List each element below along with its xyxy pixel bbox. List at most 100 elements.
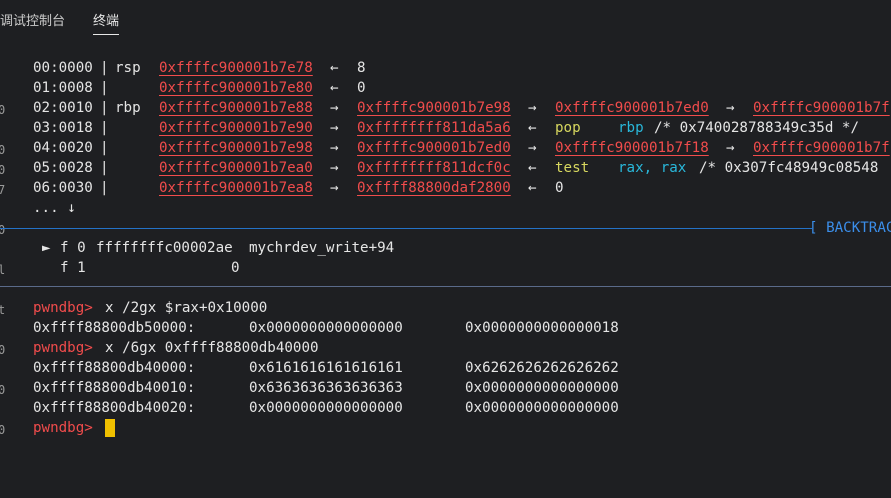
stack-address: 0xffffc900001b7e88 (159, 100, 313, 116)
stack-value: 0xffffc900001b7f18 (555, 140, 709, 156)
stack-index: 00:0000 (33, 60, 93, 76)
memory-row: 0xffff88800db50000: 0x0000000000000000 0… (33, 318, 619, 338)
more-indicator: ... ↓ (33, 200, 76, 216)
stack-address: 0xffffc900001b7e98 (159, 140, 313, 156)
backtrace-divider (0, 228, 812, 229)
memory-address: 0xffff88800db40020: (33, 400, 196, 416)
stack-index: 02:0010 (33, 100, 93, 116)
stack-value: 0xffffc900001b7ed0 (357, 140, 511, 156)
tab-debug-console[interactable]: 调试控制台 (0, 10, 65, 29)
stack-arrow: → (330, 100, 339, 116)
memory-qword: 0x0000000000000000 (465, 400, 619, 416)
stack-address: 0xffffc900001b7e78 (159, 60, 313, 76)
stack-value: 0xffffc900001b7f (753, 100, 890, 116)
backtrace-label: [ BACKTRAC (809, 220, 891, 236)
memory-row: 0xffff88800db40010: 0x6363636363636363 0… (33, 378, 619, 398)
asm-operands: rax, rax (618, 160, 687, 176)
stack-row: 01:0008 | 0xffffc900001b7e80 ← 0 (33, 80, 366, 96)
stack-row: 00:0000 | rsp 0xffffc900001b7e78 ← 8 (33, 60, 366, 76)
stack-arrow: → (528, 100, 537, 116)
stack-index: 01:0008 (33, 80, 93, 96)
memory-qword: 0x0000000000000018 (465, 320, 619, 336)
gutter-glyph: 0 (0, 223, 6, 237)
asm-comment: /* 0x307fc48949c08548 (699, 160, 879, 176)
prompt-line: pwndbg> x /2gx $rax+0x10000 (33, 298, 267, 318)
terminal-cursor[interactable] (105, 419, 115, 437)
stack-arrow: ← (528, 120, 537, 136)
prompt-line: pwndbg> x /6gx 0xffff88800db40000 (33, 338, 319, 358)
memory-address: 0xffff88800db40010: (33, 380, 196, 396)
backtrace-row: f 1 0 (33, 258, 240, 278)
command-text: x /6gx 0xffff88800db40000 (105, 340, 319, 356)
stack-row: 05:0028 | 0xffffc900001b7ea0 → 0xfffffff… (33, 160, 879, 176)
stack-arrow: ← (330, 60, 339, 76)
frame-address: 0 (231, 260, 240, 276)
stack-value: 0xffffc900001b7e98 (357, 100, 511, 116)
stack-register: rsp (115, 60, 141, 76)
memory-qword: 0x6161616161616161 (249, 360, 403, 376)
stack-row: 03:0018 | 0xffffc900001b7e90 → 0xfffffff… (33, 120, 859, 136)
gutter-glyph: t (0, 303, 6, 317)
active-prompt-line[interactable]: pwndbg> (33, 418, 115, 438)
stack-value: 0xffffffff811da5a6 (357, 120, 511, 136)
asm-operands: rbp (618, 120, 644, 136)
backtrace-header: [ BACKTRAC (809, 218, 891, 238)
stack-value: 0xffffc900001b7ed0 (555, 100, 709, 116)
gutter-glyph: 0 (0, 383, 6, 397)
stack-address: 0xffffc900001b7e90 (159, 120, 313, 136)
backtrace-row: ► f 0 ffffffffc00002ae mychrdev_write+94 (33, 238, 394, 258)
tab-terminal[interactable]: 终端 (93, 10, 120, 35)
prompt: pwndbg> (33, 420, 93, 436)
asm-opcode: test (555, 160, 590, 176)
memory-qword: 0x0000000000000000 (465, 380, 619, 396)
memory-qword: 0x6262626262626262 (465, 360, 619, 376)
frame-number: f 0 (60, 240, 86, 256)
gutter-glyph: 0 (0, 143, 6, 157)
stack-register: rbp (115, 100, 141, 116)
gutter-glyph: 0 (0, 163, 6, 177)
memory-address: 0xffff88800db40000: (33, 360, 196, 376)
stack-arrow: → (330, 160, 339, 176)
stack-address: 0xffffc900001b7e80 (159, 80, 313, 96)
gutter-glyph: 7 (0, 183, 6, 197)
stack-value: 0xffff88800daf2800 (357, 180, 511, 196)
frame-number: f 1 (60, 260, 86, 276)
stack-value: 0 (555, 180, 564, 196)
stack-value: 0xffffc900001b7f (753, 140, 890, 156)
stack-arrow: → (726, 100, 735, 116)
stack-arrow: ← (330, 80, 339, 96)
panel-tab-bar: 调试控制台 终端 (0, 0, 891, 38)
stack-index: 04:0020 (33, 140, 93, 156)
stack-arrow: ← (528, 160, 537, 176)
stack-value: 8 (357, 60, 366, 76)
stack-arrow: → (330, 180, 339, 196)
stack-row: 04:0020 | 0xffffc900001b7e98 → 0xffffc90… (33, 140, 890, 156)
asm-comment: /* 0x740028788349c35d */ (654, 120, 859, 136)
stack-row: 06:0030 | 0xffffc900001b7ea8 → 0xffff888… (33, 180, 564, 196)
memory-address: 0xffff88800db50000: (33, 320, 196, 336)
stack-address: 0xffffc900001b7ea0 (159, 160, 313, 176)
frame-symbol: mychrdev_write+94 (249, 240, 395, 256)
gutter-glyph: 0 (0, 343, 6, 357)
memory-row: 0xffff88800db40000: 0x6161616161616161 0… (33, 358, 619, 378)
memory-row: 0xffff88800db40020: 0x0000000000000000 0… (33, 398, 619, 418)
memory-qword: 0x6363636363636363 (249, 380, 403, 396)
command-text: x /2gx $rax+0x10000 (105, 300, 268, 316)
stack-value: 0xffffffff811dcf0c (357, 160, 511, 176)
stack-row: 02:0010 | rbp 0xffffc900001b7e88 → 0xfff… (33, 100, 890, 116)
gutter-glyph: 0 (0, 423, 6, 437)
left-gutter: 0 0 0 7 0 l t 0 0 0 (0, 40, 12, 448)
stack-arrow: → (330, 140, 339, 156)
prompt: pwndbg> (33, 340, 93, 356)
gutter-glyph: l (0, 263, 6, 277)
stack-arrow: ← (528, 180, 537, 196)
stack-address: 0xffffc900001b7ea8 (159, 180, 313, 196)
stack-arrow: → (726, 140, 735, 156)
asm-opcode: pop (555, 120, 581, 136)
stack-arrow: → (528, 140, 537, 156)
gutter-glyph: 0 (0, 103, 6, 117)
stack-ellipsis: ... ↓ (33, 198, 76, 218)
memory-qword: 0x0000000000000000 (249, 320, 403, 336)
stack-index: 03:0018 (33, 120, 93, 136)
memory-qword: 0x0000000000000000 (249, 400, 403, 416)
